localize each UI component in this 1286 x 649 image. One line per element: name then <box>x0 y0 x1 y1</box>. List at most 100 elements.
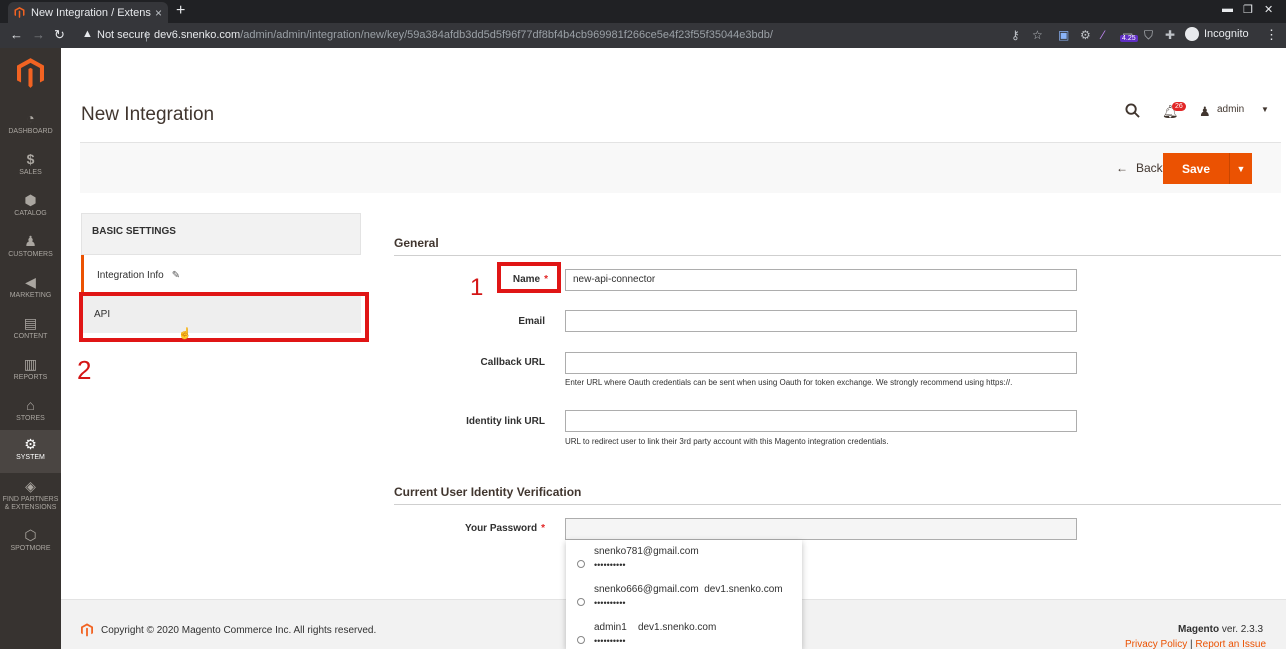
caret-down-icon[interactable]: ▼ <box>1261 105 1269 114</box>
brand-name: Magento <box>1178 624 1220 635</box>
tabs-heading: BASIC SETTINGS <box>81 213 361 255</box>
arrow-left-icon: ← <box>1116 161 1128 175</box>
url-path: /admin/admin/integration/new/key/59a384a… <box>240 29 773 41</box>
search-icon[interactable] <box>1125 103 1140 118</box>
user-menu[interactable]: admin <box>1217 104 1244 115</box>
sidebar-item-stores[interactable]: ⌂ STORES <box>0 393 61 434</box>
forward-arrow-icon[interactable]: → <box>32 27 45 42</box>
close-window-icon[interactable]: ✕ <box>1264 3 1273 16</box>
restore-icon[interactable]: ❐ <box>1243 3 1253 16</box>
report-issue-link[interactable]: Report an Issue <box>1195 639 1266 649</box>
key-icon[interactable]: ⚷ <box>1011 28 1020 42</box>
hand-cursor-icon: ☝ <box>178 328 192 340</box>
pen-extension-icon[interactable]: ⁄ <box>1102 28 1104 42</box>
warning-icon[interactable]: ▲ <box>82 28 93 40</box>
sidebar-item-catalog[interactable]: ⬢ CATALOG <box>0 188 61 229</box>
new-tab-icon[interactable]: + <box>176 2 185 20</box>
layout-icon: ▤ <box>23 315 38 331</box>
globe-icon <box>577 636 585 644</box>
footer-links: Privacy Policy | Report an Issue <box>1125 639 1266 649</box>
autofill-option[interactable]: snenko666@gmail.com dev1.snenko.com ••••… <box>566 578 802 616</box>
back-arrow-icon[interactable]: ← <box>10 27 23 42</box>
sidebar-item-sales[interactable]: $ SALES <box>0 147 61 188</box>
sidebar-item-marketing[interactable]: ◀ MARKETING <box>0 270 61 311</box>
browser-tab-title: New Integration / Extens <box>31 6 151 19</box>
autofill-site: dev1.snenko.com <box>704 584 783 595</box>
notification-count-badge[interactable]: 26 <box>1172 102 1186 111</box>
sidebar-item-customers[interactable]: ♟ CUSTOMERS <box>0 229 61 270</box>
tab-label: Integration Info <box>97 269 164 281</box>
page-title: New Integration <box>81 104 215 125</box>
annotation-highlight-api <box>79 292 369 342</box>
dashboard-icon: ◔ <box>26 110 35 126</box>
magento-favicon-icon <box>14 7 25 18</box>
store-icon: ⌂ <box>26 397 35 413</box>
box-icon: ◈ <box>25 478 36 494</box>
not-secure-label[interactable]: Not secure <box>97 29 150 41</box>
puzzle-icon[interactable]: ✚ <box>1165 28 1175 42</box>
callback-url-field[interactable] <box>565 352 1077 374</box>
autofill-username: snenko781@gmail.com <box>594 546 699 557</box>
sidebar-label: CATALOG <box>14 210 47 217</box>
save-options-toggle[interactable]: ▼ <box>1229 153 1252 184</box>
page-content: New Integration 🔔︎ 26 ♟ admin ▼ ← Back Sa… <box>61 48 1286 649</box>
sidebar-item-system[interactable]: ⚙ SYSTEM <box>0 430 61 473</box>
dollar-icon: $ <box>26 151 35 167</box>
required-marker: * <box>541 523 545 534</box>
password-field[interactable] <box>565 518 1077 540</box>
minimize-icon[interactable]: ▬ <box>1222 3 1233 15</box>
close-tab-icon[interactable]: × <box>155 6 162 20</box>
password-label: Your Password * <box>385 523 545 534</box>
url-separator: | <box>145 30 148 42</box>
user-icon[interactable]: ♟ <box>1199 104 1211 120</box>
autofill-username: snenko666@gmail.com <box>594 584 699 595</box>
tab-integration-info[interactable]: Integration Info ✎ <box>81 255 361 295</box>
annotation-highlight-name <box>497 262 561 293</box>
sidebar-label: CONTENT <box>13 333 48 340</box>
back-label: Back <box>1136 161 1163 175</box>
annotation-number-2: 2 <box>77 355 92 385</box>
autofill-username: admin1 <box>594 622 627 633</box>
globe-icon <box>577 598 585 606</box>
address-bar: ← → ↻ ▲ Not secure | dev6.snenko.com/adm… <box>0 23 1286 48</box>
sidebar-label: SYSTEM <box>16 454 45 461</box>
extension-badge: 4.25 <box>1120 35 1138 42</box>
back-button[interactable]: ← Back <box>1116 161 1163 175</box>
browser-tab[interactable]: New Integration / Extens × <box>8 2 168 23</box>
identity-link-url-note: URL to redirect user to link their 3rd p… <box>565 437 889 446</box>
gear-extension-icon[interactable]: ⚙ <box>1080 28 1091 42</box>
autofill-option[interactable]: admin1 dev1.snenko.com •••••••••• <box>566 616 802 649</box>
shield-extension-icon[interactable]: ⛉ <box>1144 28 1153 43</box>
magento-logo-icon[interactable] <box>17 58 44 88</box>
sidebar-label: FIND PARTNERS & EXTENSIONS <box>2 496 59 511</box>
incognito-indicator[interactable]: Incognito <box>1185 27 1249 41</box>
privacy-policy-link[interactable]: Privacy Policy <box>1125 639 1187 649</box>
incognito-label: Incognito <box>1204 28 1249 40</box>
verification-section-title: Current User Identity Verification <box>394 485 582 499</box>
browser-menu-icon[interactable]: ⋮ <box>1265 27 1278 43</box>
sidebar-item-dashboard[interactable]: ◔ DASHBOARD <box>0 106 61 147</box>
magento-footer-logo-icon <box>81 623 93 637</box>
version-number: ver. 2.3.3 <box>1221 624 1264 635</box>
autofill-option[interactable]: snenko781@gmail.com •••••••••• <box>566 540 802 578</box>
cube-icon: ⬢ <box>24 192 37 208</box>
star-icon[interactable]: ☆ <box>1032 28 1043 42</box>
url-field[interactable]: dev6.snenko.com/admin/admin/integration/… <box>154 29 773 41</box>
identity-link-url-field[interactable] <box>565 410 1077 432</box>
sidebar-item-reports[interactable]: ▥ REPORTS <box>0 352 61 393</box>
save-button[interactable]: Save <box>1163 153 1229 184</box>
version-text: Magento ver. 2.3.3 <box>1178 624 1263 635</box>
sidebar-item-content[interactable]: ▤ CONTENT <box>0 311 61 352</box>
url-host: dev6.snenko.com <box>154 29 241 41</box>
email-field[interactable] <box>565 310 1077 332</box>
name-field[interactable]: new-api-connector <box>565 269 1077 291</box>
sidebar-label: SPOTMORE <box>10 545 51 552</box>
sidebar-item-find-partners[interactable]: ◈ FIND PARTNERS & EXTENSIONS <box>0 474 61 519</box>
reload-icon[interactable]: ↻ <box>54 27 65 43</box>
autofill-user: snenko781@gmail.com <box>594 546 794 557</box>
sidebar-label: DASHBOARD <box>8 128 53 135</box>
footer-link-divider: | <box>1190 639 1193 649</box>
translate-extension-icon[interactable]: ▣ <box>1058 28 1069 42</box>
sidebar-item-spotmore[interactable]: ⬡ SPOTMORE <box>0 523 61 564</box>
sidebar-label: CUSTOMERS <box>8 251 53 258</box>
